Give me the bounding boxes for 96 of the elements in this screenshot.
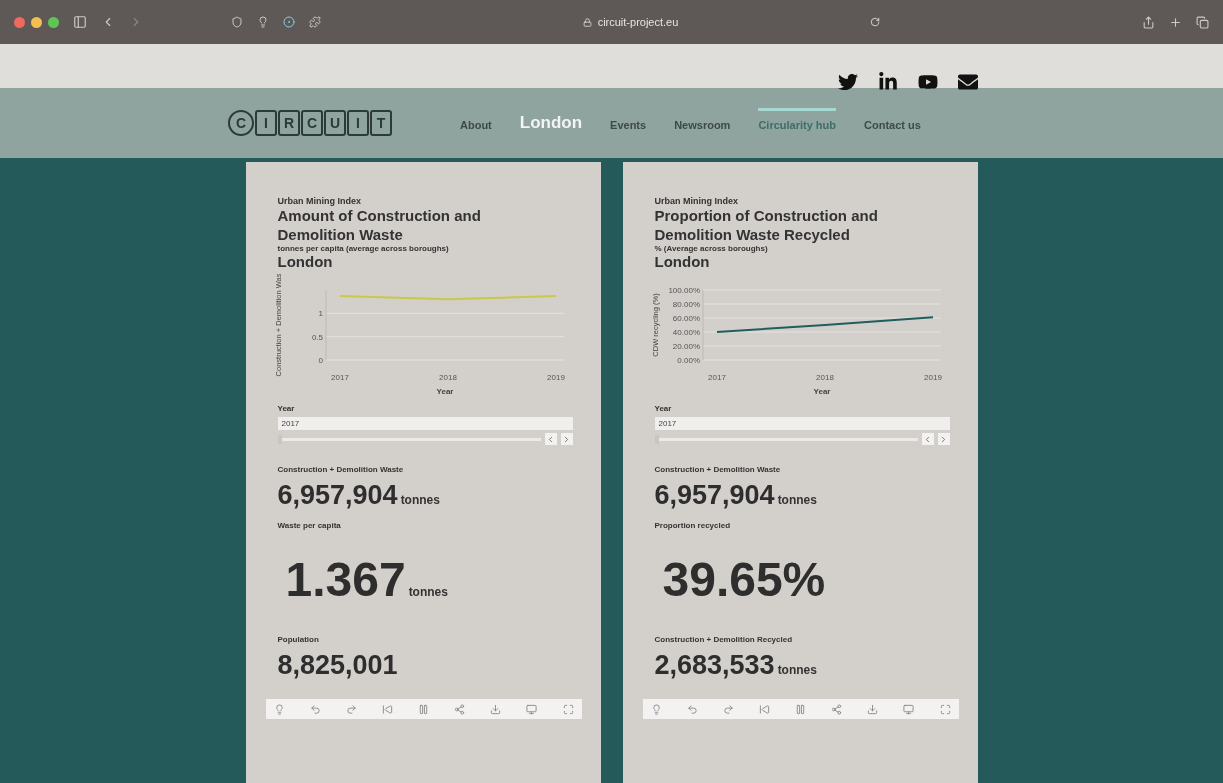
chevron-left-icon (923, 434, 932, 444)
nav-link[interactable]: Newsroom (674, 107, 731, 139)
y-tick-label: 0.5 (311, 332, 323, 342)
address-bar[interactable]: circuit-project.eu (597, 16, 679, 28)
stat-unit: tonnes (400, 493, 440, 507)
shield-icon[interactable] (231, 16, 243, 28)
close-window-icon[interactable] (14, 16, 25, 28)
tabs-icon[interactable] (1196, 15, 1209, 29)
stat-value: 2,683,533 (654, 650, 775, 681)
place-name: London (654, 253, 711, 270)
monitor-icon[interactable] (526, 703, 538, 715)
stat-label: Construction + Demolition Waste (654, 465, 782, 474)
y-tick-label: 100.00% (667, 286, 700, 295)
stat-value: 8,825,001 (277, 650, 398, 681)
stat-label: Construction + Demolition Recycled (654, 635, 794, 644)
undo-icon[interactable] (309, 703, 321, 715)
lock-icon (582, 17, 592, 27)
slider-thumb[interactable] (277, 434, 282, 444)
monitor-icon[interactable] (903, 703, 915, 715)
twitter-icon[interactable] (838, 72, 858, 92)
redo-icon[interactable] (345, 703, 357, 715)
slider-label: Year (654, 404, 673, 413)
card-title: Amount of Construction and Demolition Waste (277, 206, 482, 244)
slider-label: Year (277, 404, 296, 413)
x-tick-label: 2017 (707, 373, 726, 382)
x-axis-title: Year (436, 387, 453, 396)
y-tick-label: 40.00% (672, 328, 700, 337)
fullscreen-icon[interactable] (939, 703, 951, 715)
y-tick-label: 60.00% (672, 314, 700, 323)
pause-icon[interactable] (418, 703, 429, 715)
linkedin-icon[interactable] (878, 72, 898, 92)
stat-unit: tonnes (408, 585, 448, 599)
next-button[interactable] (937, 433, 950, 445)
youtube-icon[interactable] (918, 72, 938, 92)
x-tick-label: 2018 (815, 373, 834, 382)
x-tick-label: 2019 (923, 373, 942, 382)
mail-icon[interactable] (958, 72, 978, 92)
maximize-window-icon[interactable] (48, 16, 59, 28)
download-icon[interactable] (490, 703, 502, 715)
share-icon[interactable] (831, 703, 843, 715)
card-eyebrow: Urban Mining Index (654, 196, 739, 206)
nav-link[interactable]: About (460, 107, 492, 139)
stat-label: Waste per capita (277, 521, 342, 530)
chevron-right-icon (562, 434, 571, 444)
download-icon[interactable] (867, 703, 879, 715)
y-tick-label: 0 (318, 356, 323, 365)
place-name: London (277, 253, 334, 270)
y-tick-label: 1 (318, 309, 323, 319)
minimize-window-icon[interactable] (31, 16, 42, 28)
share-icon[interactable] (1142, 15, 1155, 29)
stat-value: 1.367 (285, 552, 406, 607)
card-eyebrow: Urban Mining Index (277, 196, 362, 206)
x-tick-label: 2017 (330, 373, 349, 382)
next-button[interactable] (560, 433, 573, 445)
y-tick-label: 80.00% (672, 300, 700, 309)
x-tick-label: 2018 (438, 373, 457, 382)
year-field[interactable]: 2017 (654, 417, 950, 430)
stat-label: Proportion recycled (654, 521, 732, 530)
card-title: Proportion of Construction and Demolition Waste Recycled (654, 206, 879, 244)
chevron-left-icon (546, 434, 555, 444)
stat-unit: tonnes (777, 493, 817, 507)
nav-link[interactable]: Events (610, 107, 647, 139)
card-subtitle: tonnes per capita (average across boroughs) (277, 244, 450, 253)
slider-thumb[interactable] (654, 434, 659, 444)
x-axis-title: Year (813, 387, 830, 396)
stat-value: 6,957,904 (654, 480, 775, 511)
stat-label: Population (277, 635, 320, 644)
fullscreen-icon[interactable] (562, 703, 574, 715)
share-icon[interactable] (454, 703, 466, 715)
year-field[interactable]: 2017 (277, 417, 573, 430)
chevron-right-icon (939, 434, 948, 444)
y-tick-label: 20.00% (672, 342, 700, 351)
previous-button[interactable] (921, 433, 934, 445)
logo[interactable]: C I R C U I T (228, 110, 392, 136)
redo-icon[interactable] (722, 703, 734, 715)
pause-icon[interactable] (795, 703, 806, 715)
circle-icon[interactable] (283, 16, 295, 28)
stat-value: 39.65% (662, 552, 826, 607)
page-title: London (519, 113, 583, 133)
year-slider[interactable] (654, 434, 918, 444)
nav-link[interactable]: Contact us (864, 107, 921, 139)
stat-value: 6,957,904 (277, 480, 398, 511)
card-subtitle: % (Average across boroughs) (654, 244, 769, 253)
nav-link[interactable]: Circularity hub (758, 107, 837, 139)
y-tick-label: 0.00% (676, 356, 700, 365)
stat-label: Construction + Demolition Waste (277, 465, 405, 474)
x-tick-label: 2019 (546, 373, 565, 382)
new-tab-icon[interactable] (1169, 15, 1182, 29)
puzzle-icon[interactable] (309, 16, 321, 28)
reload-icon[interactable] (870, 17, 881, 27)
undo-icon[interactable] (686, 703, 698, 715)
stat-unit: tonnes (777, 663, 817, 677)
year-slider[interactable] (277, 434, 541, 444)
previous-button[interactable] (544, 433, 557, 445)
lightbulb-icon[interactable] (257, 16, 269, 28)
sidebar-icon[interactable] (73, 15, 87, 29)
